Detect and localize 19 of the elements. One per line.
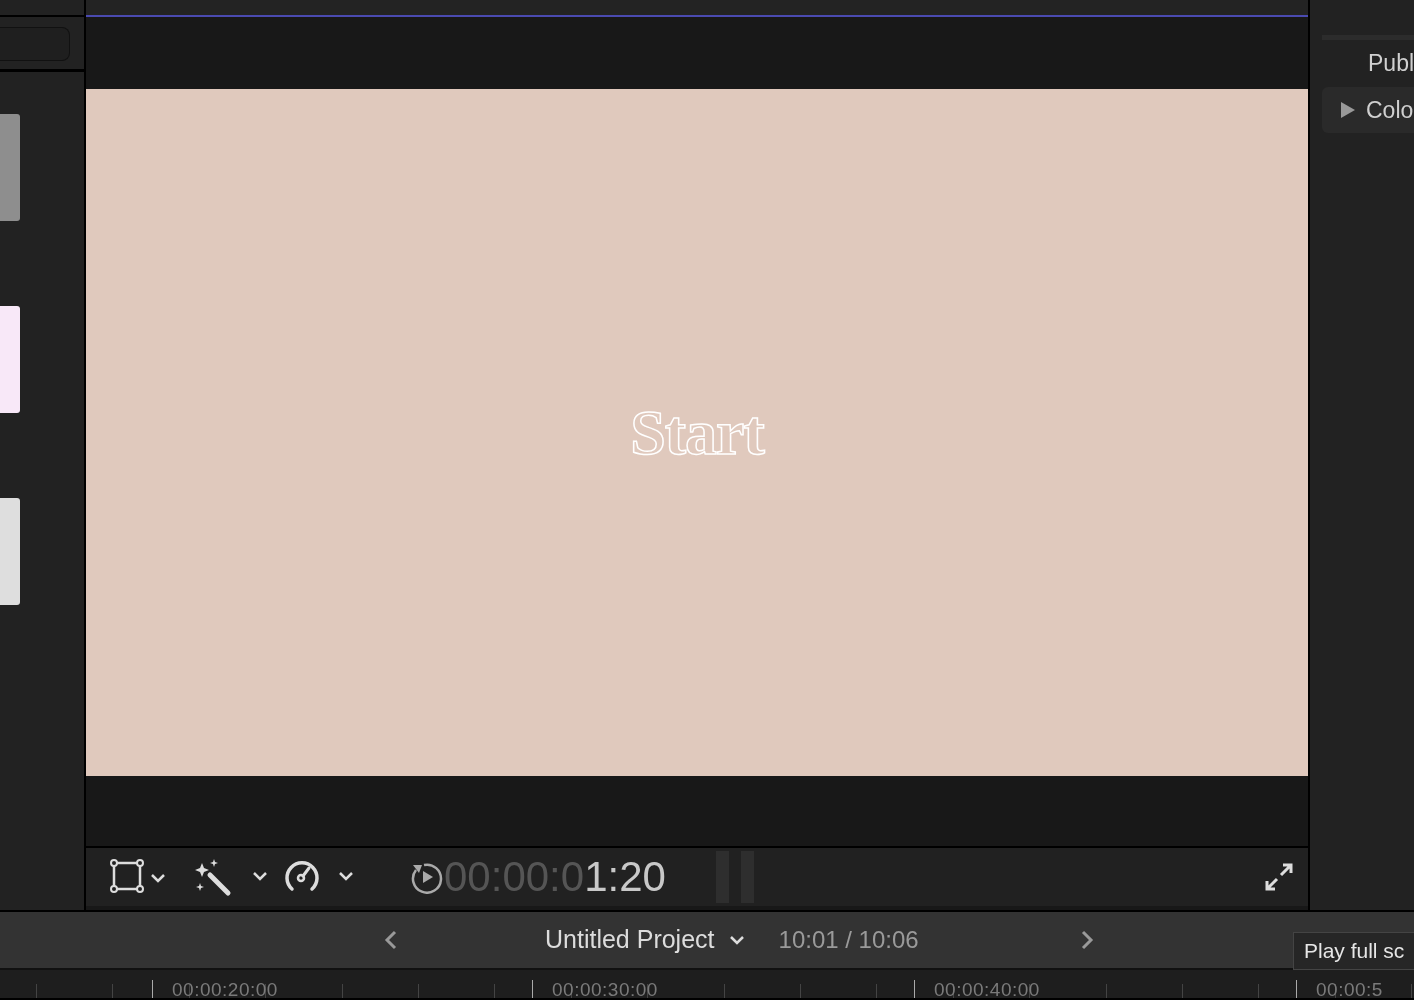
fullscreen-button[interactable] [1264,862,1294,892]
previous-button[interactable] [383,929,399,951]
disclosure-triangle-icon[interactable] [1340,101,1356,119]
project-duration: 10:01 / 10:06 [778,925,919,955]
timecode: 1:20 [584,856,666,898]
inspector-section[interactable]: Colo [1322,87,1414,133]
clip-thumbnail[interactable] [0,498,20,605]
tooltip: Play full sc [1293,932,1414,970]
chevron-down-icon [728,934,745,946]
ruler-timecode: 00:00:20:00 [172,980,278,998]
title-text: Start [630,400,764,465]
ruler-timecode: 00:00:40:00 [934,980,1040,998]
ruler-timecode: 00:00:30:00 [552,980,658,998]
play-loop-icon[interactable] [410,860,444,894]
clip-thumbnail[interactable] [0,306,20,413]
project-dropdown[interactable]: Untitled Project [545,921,745,959]
ruler-timecode: 00:00:5 [1316,980,1383,998]
clip-thumbnail[interactable] [0,114,20,221]
inspector-heading: Publ [1368,49,1414,79]
